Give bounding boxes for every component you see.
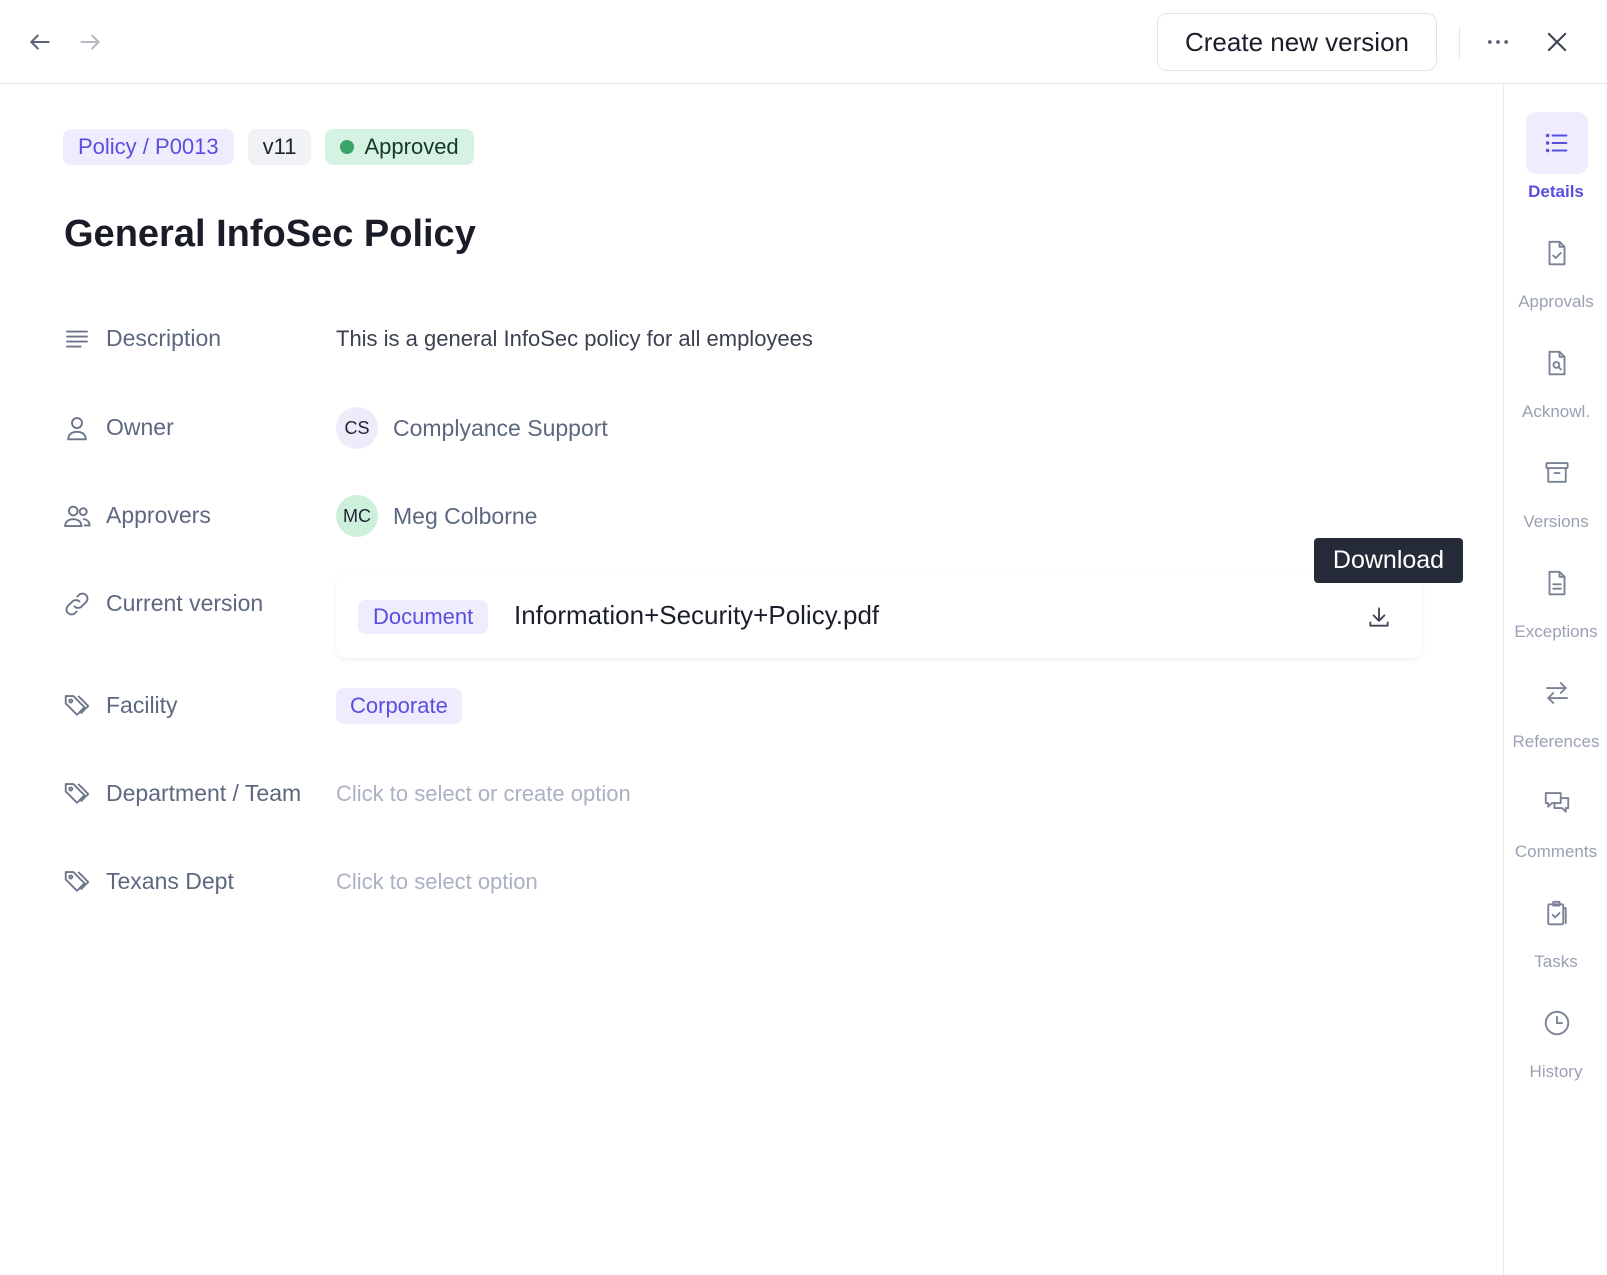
rail-item-tasks[interactable]: Tasks — [1504, 882, 1607, 982]
details-panel: Policy / P0013 v11 Approved General Info… — [0, 85, 1503, 1275]
rail-label: References — [1512, 732, 1600, 751]
facility-chip[interactable]: Corporate — [336, 688, 462, 724]
field-description: Description This is a general InfoSec po… — [62, 314, 1422, 364]
description-text: This is a general InfoSec policy for all… — [336, 326, 813, 351]
rail-item-comments[interactable]: Comments — [1504, 772, 1607, 872]
rail-item-details[interactable]: Details — [1504, 112, 1607, 212]
field-label: Department / Team — [106, 780, 302, 806]
texans-placeholder: Click to select option — [336, 869, 538, 894]
text-lines-icon — [66, 330, 88, 348]
facility-value[interactable]: Corporate — [336, 681, 462, 731]
field-owner: Owner CS Complyance Support — [62, 403, 1422, 453]
rail-item-acknowledgements[interactable]: Acknowl. — [1504, 332, 1607, 432]
file-search-icon — [1526, 332, 1588, 394]
rail-label: Approvals — [1518, 292, 1594, 311]
approvers-value[interactable]: MC Meg Colborne — [336, 491, 537, 541]
tags-icon — [64, 871, 90, 892]
arrow-left-icon — [30, 34, 50, 50]
user-icon — [67, 417, 87, 441]
version-tag: v11 — [247, 129, 312, 165]
file-type-chip: Document — [358, 600, 489, 634]
owner-name: Complyance Support — [393, 414, 608, 441]
field-label: Approvers — [106, 502, 211, 528]
status-badge: Approved — [325, 129, 474, 165]
field-label: Texans Dept — [106, 868, 234, 894]
clock-icon — [1526, 992, 1588, 1054]
policy-id-tag[interactable]: Policy / P0013 — [63, 129, 234, 165]
more-options-button[interactable] — [1478, 22, 1518, 62]
users-icon — [64, 505, 91, 527]
field-label: Current version — [106, 590, 264, 616]
status-label: Approved — [364, 134, 459, 159]
field-approvers: Approvers MC Meg Colborne — [62, 491, 1422, 541]
download-icon — [1369, 607, 1389, 627]
rail-item-references[interactable]: References — [1504, 662, 1607, 762]
department-placeholder: Click to select or create option — [336, 781, 631, 806]
field-texans-dept: Texans Dept Click to select option — [62, 857, 1422, 907]
right-rail: Details Approvals Acknowl. Versions Exce… — [1503, 85, 1607, 1275]
description-value[interactable]: This is a general InfoSec policy for all… — [336, 314, 813, 364]
texans-dept-select[interactable]: Click to select option — [336, 857, 538, 907]
rail-item-history[interactable]: History — [1504, 992, 1607, 1092]
field-department-team: Department / Team Click to select or cre… — [62, 769, 1422, 819]
header-tags: Policy / P0013 v11 Approved — [63, 129, 474, 165]
field-label: Owner — [106, 414, 174, 440]
rail-label: Exceptions — [1514, 622, 1598, 641]
download-button[interactable] — [1362, 600, 1396, 634]
toolbar-divider — [1459, 26, 1460, 60]
field-label: Description — [106, 325, 222, 351]
clipboard-check-icon — [1526, 882, 1588, 944]
field-facility: Facility Corporate — [62, 681, 1422, 731]
close-icon — [1547, 32, 1567, 52]
file-text-icon — [1526, 552, 1588, 614]
page-title: General InfoSec Policy — [64, 213, 476, 255]
rail-label: Details — [1528, 182, 1584, 201]
tags-icon — [64, 783, 90, 804]
close-button[interactable] — [1537, 22, 1577, 62]
link-icon — [65, 592, 89, 616]
department-select[interactable]: Click to select or create option — [336, 769, 631, 819]
arrows-exchange-icon — [1526, 662, 1588, 724]
status-dot-icon — [340, 140, 355, 154]
avatar: MC — [336, 495, 378, 537]
tags-icon — [64, 695, 90, 716]
create-new-version-button[interactable]: Create new version — [1157, 13, 1437, 71]
more-horizontal-icon — [1487, 40, 1509, 44]
file-name[interactable]: Information+Security+Policy.pdf — [514, 600, 879, 631]
archive-icon — [1526, 442, 1588, 504]
top-bar: Create new version — [0, 0, 1607, 84]
avatar: CS — [336, 407, 378, 449]
arrow-right-icon — [80, 34, 100, 50]
owner-value[interactable]: CS Complyance Support — [336, 403, 608, 453]
field-label: Facility — [106, 692, 178, 718]
list-icon — [1526, 112, 1588, 174]
rail-item-versions[interactable]: Versions — [1504, 442, 1607, 542]
chat-bubbles-icon — [1526, 772, 1588, 834]
current-version-file-card[interactable]: Document Information+Security+Policy.pdf — [336, 574, 1422, 658]
forward-button[interactable] — [70, 22, 110, 62]
rail-item-approvals[interactable]: Approvals — [1504, 222, 1607, 322]
approver-name: Meg Colborne — [393, 502, 538, 529]
download-tooltip: Download — [1314, 538, 1463, 583]
file-check-icon — [1526, 222, 1588, 284]
rail-label: History — [1529, 1062, 1583, 1081]
back-button[interactable] — [20, 22, 60, 62]
rail-label: Versions — [1523, 512, 1589, 531]
rail-label: Acknowl. — [1521, 402, 1591, 421]
rail-label: Comments — [1514, 842, 1598, 861]
rail-item-exceptions[interactable]: Exceptions — [1504, 552, 1607, 652]
rail-label: Tasks — [1534, 952, 1578, 971]
